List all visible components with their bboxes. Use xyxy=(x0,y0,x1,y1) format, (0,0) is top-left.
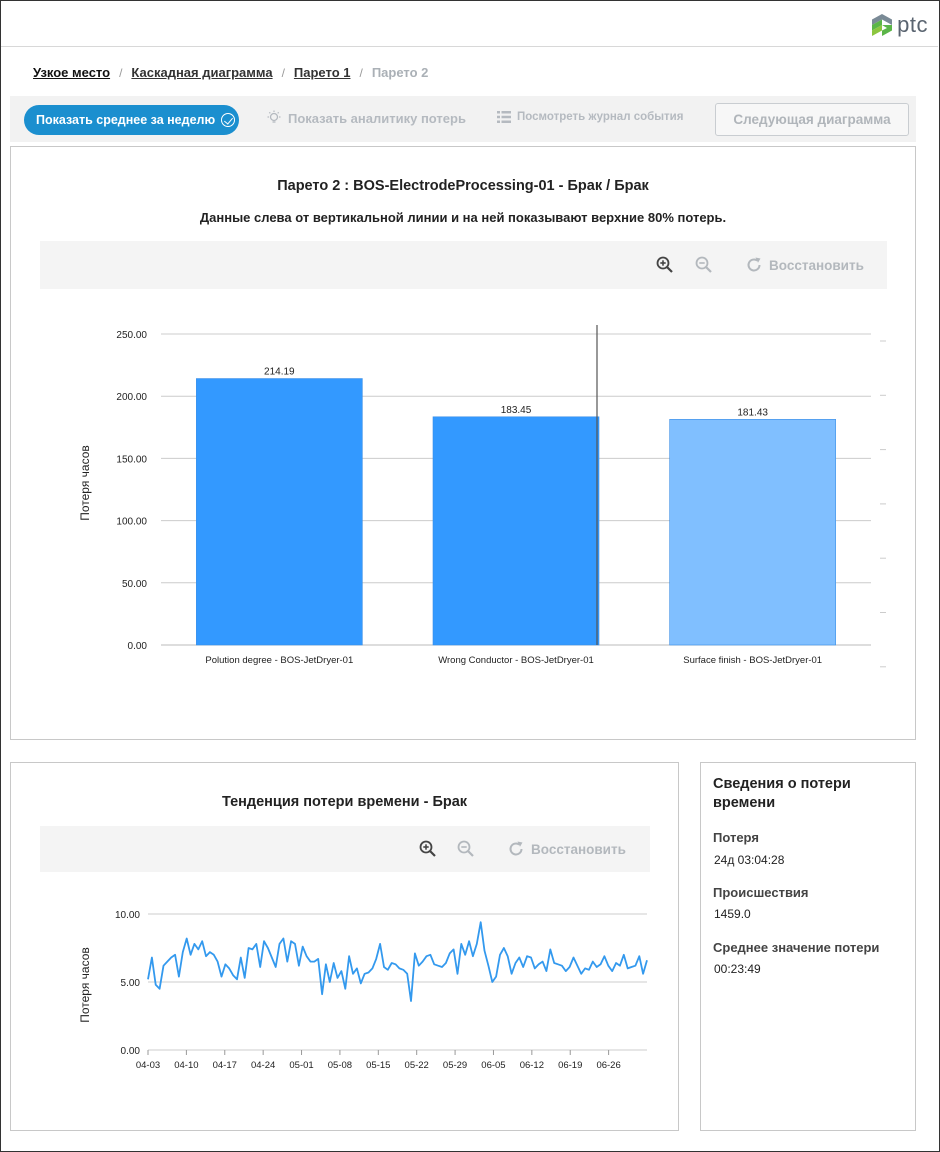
bar-value-label: 181.43 xyxy=(737,407,768,418)
trend-panel: Тенденция потери времени - Брак Восстано… xyxy=(10,762,679,1131)
show-analytics-button[interactable]: Показать аналитику потерь xyxy=(266,110,466,126)
x-tick-label: 05-08 xyxy=(328,1060,352,1071)
breadcrumb-separator: / xyxy=(119,65,123,80)
y-tick-label: 150.00 xyxy=(116,454,147,465)
x-tick-label: 04-10 xyxy=(174,1060,198,1071)
loss-info-panel: Сведения о потери времени Потеря 24д 03:… xyxy=(700,762,916,1131)
x-tick-label: 06-05 xyxy=(481,1060,505,1071)
zoom-out-icon[interactable] xyxy=(695,256,713,274)
zoom-out-icon[interactable] xyxy=(457,840,475,858)
trend-series-line xyxy=(147,921,648,1002)
trend-restore-button[interactable]: Восстановить xyxy=(507,840,626,858)
toolbar: Показать среднее за неделю Показать анал… xyxy=(10,96,916,142)
breadcrumb-separator: / xyxy=(281,65,285,80)
breadcrumb-pareto-1[interactable]: Парето 1 xyxy=(294,65,351,80)
bar xyxy=(196,378,363,646)
average-loss-label: Среднее значение потери xyxy=(713,940,880,955)
breadcrumb-current: Парето 2 xyxy=(371,65,429,80)
y-tick-label: 250.00 xyxy=(116,330,147,341)
x-tick-label: 06-26 xyxy=(596,1060,620,1071)
incidents-label: Происшествия xyxy=(713,885,809,900)
y-axis-label: Потеря часов xyxy=(78,445,92,521)
view-event-log-label: Посмотреть журнал события xyxy=(517,111,684,123)
refresh-icon xyxy=(747,257,761,272)
zoom-in-icon[interactable] xyxy=(656,256,674,274)
list-icon xyxy=(497,111,511,123)
bar xyxy=(432,416,600,646)
x-tick-label: Polution degree - BOS-JetDryer-01 xyxy=(205,655,353,666)
logo-text: ptc xyxy=(897,12,928,37)
breadcrumb: Узкое место / Каскадная диаграмма / Паре… xyxy=(33,65,428,80)
pareto-panel: Парето 2 : BOS-ElectrodeProcessing-01 - … xyxy=(10,146,916,740)
y-tick-label: 50.00 xyxy=(122,579,147,590)
y-tick-label: 0.00 xyxy=(121,1046,141,1057)
x-tick-label: 05-22 xyxy=(405,1060,429,1071)
y-tick-label: 200.00 xyxy=(116,392,147,403)
bar xyxy=(669,419,836,646)
ptc-logo[interactable]: ptc xyxy=(871,12,928,38)
x-tick-label: 05-15 xyxy=(366,1060,390,1071)
trend-restore-label: Восстановить xyxy=(531,841,626,857)
trend-title: Тенденция потери времени - Брак xyxy=(221,794,468,810)
x-tick-label: 05-29 xyxy=(443,1060,467,1071)
pareto-chart: 0.00 50.00 100.00 150.00 200.00 250.00 Потеря … xyxy=(78,325,886,668)
trend-chart-toolbar: Восстановить xyxy=(40,826,650,872)
info-title: Сведения о потери времени xyxy=(713,776,851,811)
y-tick-label: 10.00 xyxy=(115,910,140,921)
x-tick-label: 04-24 xyxy=(251,1060,275,1071)
pareto-chart-toolbar: Восстановить xyxy=(40,241,887,289)
x-tick-label: 06-19 xyxy=(558,1060,582,1071)
y-tick-label: 0.00 xyxy=(128,641,148,652)
refresh-icon xyxy=(509,841,523,856)
x-tick-label: 06-12 xyxy=(520,1060,544,1071)
loss-value: 24д 03:04:28 xyxy=(714,853,785,867)
pareto-title: Парето 2 : BOS-ElectrodeProcessing-01 - … xyxy=(277,178,649,194)
pareto-subtitle: Данные слева от вертикальной линии и на … xyxy=(199,210,727,225)
loss-label: Потеря xyxy=(713,830,759,845)
x-tick-label: 04-17 xyxy=(213,1060,237,1071)
y-tick-label: 5.00 xyxy=(121,978,141,989)
x-tick-label: Surface finish - BOS-JetDryer-01 xyxy=(683,655,822,666)
check-circle-icon xyxy=(221,113,236,127)
bar-value-label: 183.45 xyxy=(501,405,532,416)
y-axis-label: Потеря часов xyxy=(78,947,92,1023)
weekly-average-label: Показать среднее за неделю xyxy=(36,113,216,127)
weekly-average-toggle[interactable]: Показать среднее за неделю xyxy=(24,105,239,135)
average-loss-value: 00:23:49 xyxy=(714,962,761,976)
pareto-restore-button[interactable]: Восстановить xyxy=(745,256,864,274)
x-tick-label: Wrong Conductor - BOS-JetDryer-01 xyxy=(438,655,594,666)
y-tick-label: 100.00 xyxy=(116,517,147,528)
show-analytics-label: Показать аналитику потерь xyxy=(288,110,466,126)
breadcrumb-separator: / xyxy=(359,65,363,80)
x-tick-label: 04-03 xyxy=(136,1060,160,1071)
next-chart-button[interactable]: Следующая диаграмма xyxy=(715,103,909,136)
lightbulb-icon xyxy=(267,110,281,123)
trend-chart: 0.00 5.00 10.00 Потеря часов 04-03 04-10 04-17… xyxy=(78,910,648,1071)
ptc-logo-icon xyxy=(872,14,893,36)
bar-value-label: 214.19 xyxy=(264,367,295,378)
zoom-in-icon[interactable] xyxy=(419,840,437,858)
pareto-restore-label: Восстановить xyxy=(769,257,864,273)
breadcrumb-waterfall[interactable]: Каскадная диаграмма xyxy=(131,65,272,80)
top-bar: ptc xyxy=(1,1,938,47)
incidents-value: 1459.0 xyxy=(714,907,751,921)
view-event-log-button[interactable]: Посмотреть журнал события xyxy=(497,110,683,124)
breadcrumb-bottleneck[interactable]: Узкое место xyxy=(33,65,110,80)
x-tick-label: 05-01 xyxy=(289,1060,313,1071)
